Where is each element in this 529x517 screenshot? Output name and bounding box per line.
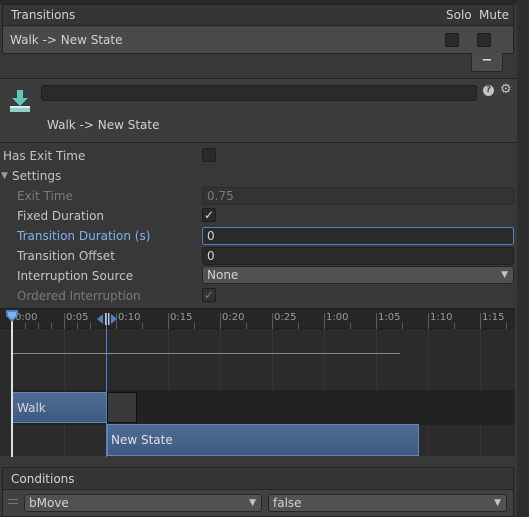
tick-label: 1:15 xyxy=(482,312,505,323)
source-state-bar[interactable]: Walk xyxy=(12,392,107,423)
transitions-title: Transitions xyxy=(11,8,76,22)
fixed-duration-checkbox[interactable]: ✓ xyxy=(202,208,216,222)
transition-duration-field[interactable]: 0 xyxy=(202,227,514,245)
condition-value-dropdown[interactable]: false ▼ xyxy=(268,494,507,512)
transition-timeline[interactable]: 0:00 0:05 0:10 0:15 0:20 0:25 1:00 1:05 … xyxy=(0,308,515,457)
tick-label: 0:00 xyxy=(15,312,38,323)
inspector-header: ? ⚙ Walk -> New State xyxy=(0,79,529,143)
minor-tick xyxy=(246,323,247,329)
transition-name-field[interactable] xyxy=(41,85,477,101)
minor-tick xyxy=(350,323,351,329)
drag-handle-icon[interactable] xyxy=(8,499,18,504)
has-exit-time-checkbox[interactable] xyxy=(202,148,216,162)
tick-label: 0:25 xyxy=(274,312,297,323)
tick-label: 1:10 xyxy=(430,312,453,323)
playhead-line[interactable] xyxy=(11,313,13,457)
ordered-interruption-checkbox[interactable]: ✓ xyxy=(202,288,216,302)
exit-time-field[interactable]: 0.75 xyxy=(202,187,514,205)
minor-tick xyxy=(402,323,403,329)
transition-row-label: Walk -> New State xyxy=(10,33,123,47)
chevron-down-icon: ▼ xyxy=(249,498,256,508)
tick-mark xyxy=(428,313,429,329)
interruption-source-dropdown[interactable]: None ▼ xyxy=(202,266,514,284)
tick-label: 0:05 xyxy=(66,312,89,323)
chevron-down-icon: ▼ xyxy=(501,270,508,280)
interruption-source-label: Interruption Source xyxy=(17,269,134,283)
chevron-down-icon: ▼ xyxy=(494,498,501,508)
condition-value: false xyxy=(273,496,302,510)
tick-label: 0:20 xyxy=(222,312,245,323)
conditions-title: Conditions xyxy=(11,472,75,486)
transition-duration-label: Transition Duration (s) xyxy=(17,229,151,243)
destination-state-bar[interactable]: New State xyxy=(107,424,419,456)
transition-offset-field[interactable]: 0 xyxy=(202,247,514,265)
settings-foldout-label[interactable]: Settings xyxy=(12,169,61,183)
tick-label: 1:05 xyxy=(378,312,401,323)
playhead-marker-icon[interactable] xyxy=(6,310,18,322)
minor-tick xyxy=(194,323,195,329)
ordered-interruption-label: Ordered Interruption xyxy=(17,289,141,303)
source-state-label: Walk xyxy=(17,401,46,415)
minor-tick xyxy=(77,323,78,329)
inspector-title: Walk -> New State xyxy=(47,118,160,132)
tick-mark xyxy=(480,313,481,329)
tick-mark xyxy=(272,313,273,329)
minor-tick xyxy=(25,323,26,329)
tick-label: 1:00 xyxy=(326,312,349,323)
tick-label: 0:15 xyxy=(170,312,193,323)
condition-parameter-dropdown[interactable]: bMove ▼ xyxy=(24,494,262,512)
transition-icon xyxy=(10,90,30,112)
conditions-list: Conditions bMove ▼ false ▼ xyxy=(2,467,514,517)
help-icon[interactable]: ? xyxy=(483,85,494,96)
vertical-scrollbar[interactable] xyxy=(517,0,529,517)
solo-column-label: Solo xyxy=(446,8,472,22)
transition-start-line xyxy=(106,313,107,457)
remove-transition-button[interactable]: − xyxy=(471,53,503,72)
minor-tick xyxy=(454,323,455,329)
tick-mark xyxy=(376,313,377,329)
transition-offset-label: Transition Offset xyxy=(17,249,115,263)
tick-mark xyxy=(220,313,221,329)
gear-icon[interactable]: ⚙ xyxy=(500,82,512,98)
minor-tick xyxy=(38,323,39,329)
exit-time-label: Exit Time xyxy=(17,189,73,203)
solo-checkbox[interactable] xyxy=(445,33,459,47)
conditions-header: Conditions xyxy=(3,468,513,490)
fixed-duration-label: Fixed Duration xyxy=(17,209,105,223)
transitions-header: Transitions Solo Mute xyxy=(3,5,513,26)
tick-mark xyxy=(64,313,65,329)
settings-foldout-arrow-icon[interactable]: ▼ xyxy=(1,171,8,181)
has-exit-time-label: Has Exit Time xyxy=(3,149,86,163)
minor-tick xyxy=(90,323,91,329)
transition-row[interactable]: Walk -> New State xyxy=(3,27,513,53)
condition-parameter-value: bMove xyxy=(29,496,69,510)
minor-tick xyxy=(51,323,52,329)
minor-tick xyxy=(506,323,507,329)
transitions-list: Transitions Solo Mute Walk -> New State xyxy=(2,4,514,54)
parameter-curve xyxy=(12,353,400,354)
mute-checkbox[interactable] xyxy=(477,33,491,47)
mute-column-label: Mute xyxy=(479,8,510,22)
minor-tick xyxy=(142,323,143,329)
timeline-ruler[interactable]: 0:00 0:05 0:10 0:15 0:20 0:25 1:00 1:05 … xyxy=(0,309,515,329)
minor-tick xyxy=(298,323,299,329)
tick-mark xyxy=(324,313,325,329)
tick-label: 0:10 xyxy=(118,312,141,323)
tick-mark xyxy=(168,313,169,329)
source-state-remainder xyxy=(107,392,137,423)
destination-state-label: New State xyxy=(111,433,173,447)
interruption-source-value: None xyxy=(207,268,239,282)
transition-handle-icon[interactable] xyxy=(97,313,117,325)
